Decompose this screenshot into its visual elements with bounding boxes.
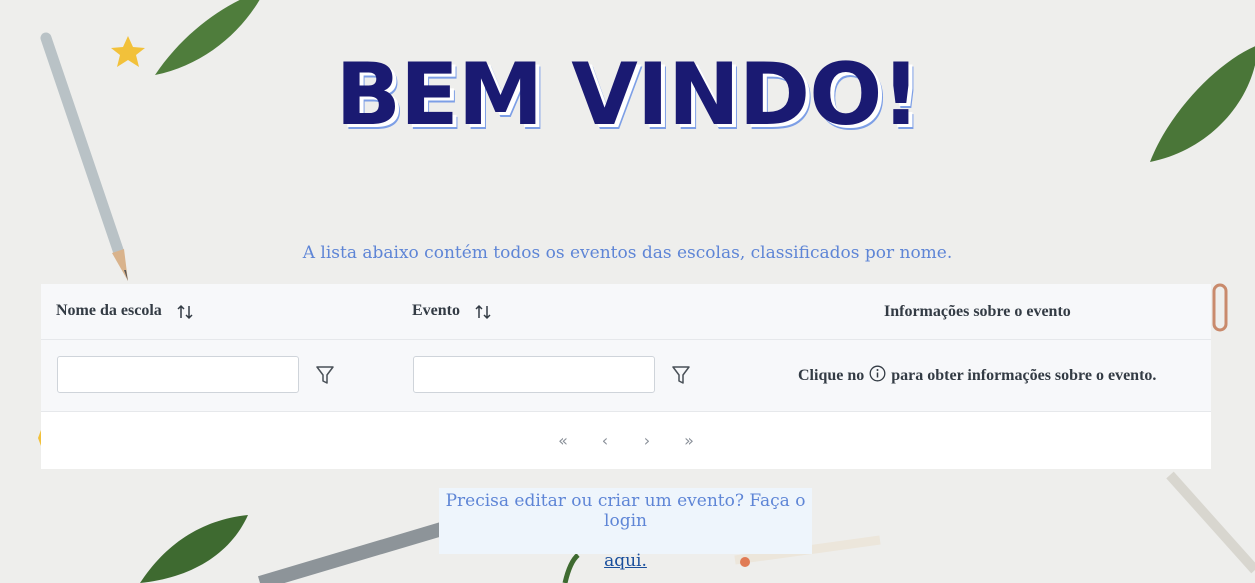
welcome-title: BEM VINDO! <box>335 45 920 145</box>
prev-page-button[interactable]: ‹ <box>584 431 626 450</box>
column-header-label: Nome da escola <box>56 302 162 320</box>
login-prompt: Precisa editar ou criar um evento? Faça … <box>439 488 812 571</box>
pencil-decoration <box>1166 471 1255 574</box>
sort-icon[interactable] <box>474 303 492 321</box>
column-header-label: Evento <box>412 302 460 320</box>
column-header-info: Informações sobre o evento <box>884 302 1071 320</box>
login-text: Precisa editar ou criar um evento? Faça … <box>445 491 806 531</box>
filter-icon[interactable] <box>315 364 335 386</box>
clip-decoration <box>1212 283 1228 332</box>
page-subtitle: A lista abaixo contém todos os eventos d… <box>302 243 953 263</box>
info-text-before: Clique no <box>798 367 865 384</box>
info-circle-icon <box>869 365 886 382</box>
column-header-school[interactable]: Nome da escola <box>56 302 194 320</box>
last-page-button[interactable]: » <box>668 431 710 450</box>
info-text-after: para obter informações sobre o evento. <box>891 367 1157 384</box>
events-table: Nome da escola Evento Informações sobre … <box>41 284 1211 469</box>
sort-icon[interactable] <box>176 303 194 321</box>
school-filter-input[interactable] <box>57 356 299 393</box>
event-filter-input[interactable] <box>413 356 655 393</box>
leaf-decoration <box>140 515 248 583</box>
filter-icon[interactable] <box>671 364 691 386</box>
table-header-row: Nome da escola Evento Informações sobre … <box>41 284 1211 340</box>
pencil-decoration <box>258 521 447 583</box>
paginator: « ‹ › » <box>41 412 1211 469</box>
table-filter-row: Clique no para obter informações sobre o… <box>41 340 1211 412</box>
column-header-event[interactable]: Evento <box>412 302 492 320</box>
login-link[interactable]: aqui. <box>604 551 647 571</box>
info-instruction: Clique no para obter informações sobre o… <box>798 365 1156 385</box>
next-page-button[interactable]: › <box>626 431 668 450</box>
first-page-button[interactable]: « <box>542 431 584 450</box>
